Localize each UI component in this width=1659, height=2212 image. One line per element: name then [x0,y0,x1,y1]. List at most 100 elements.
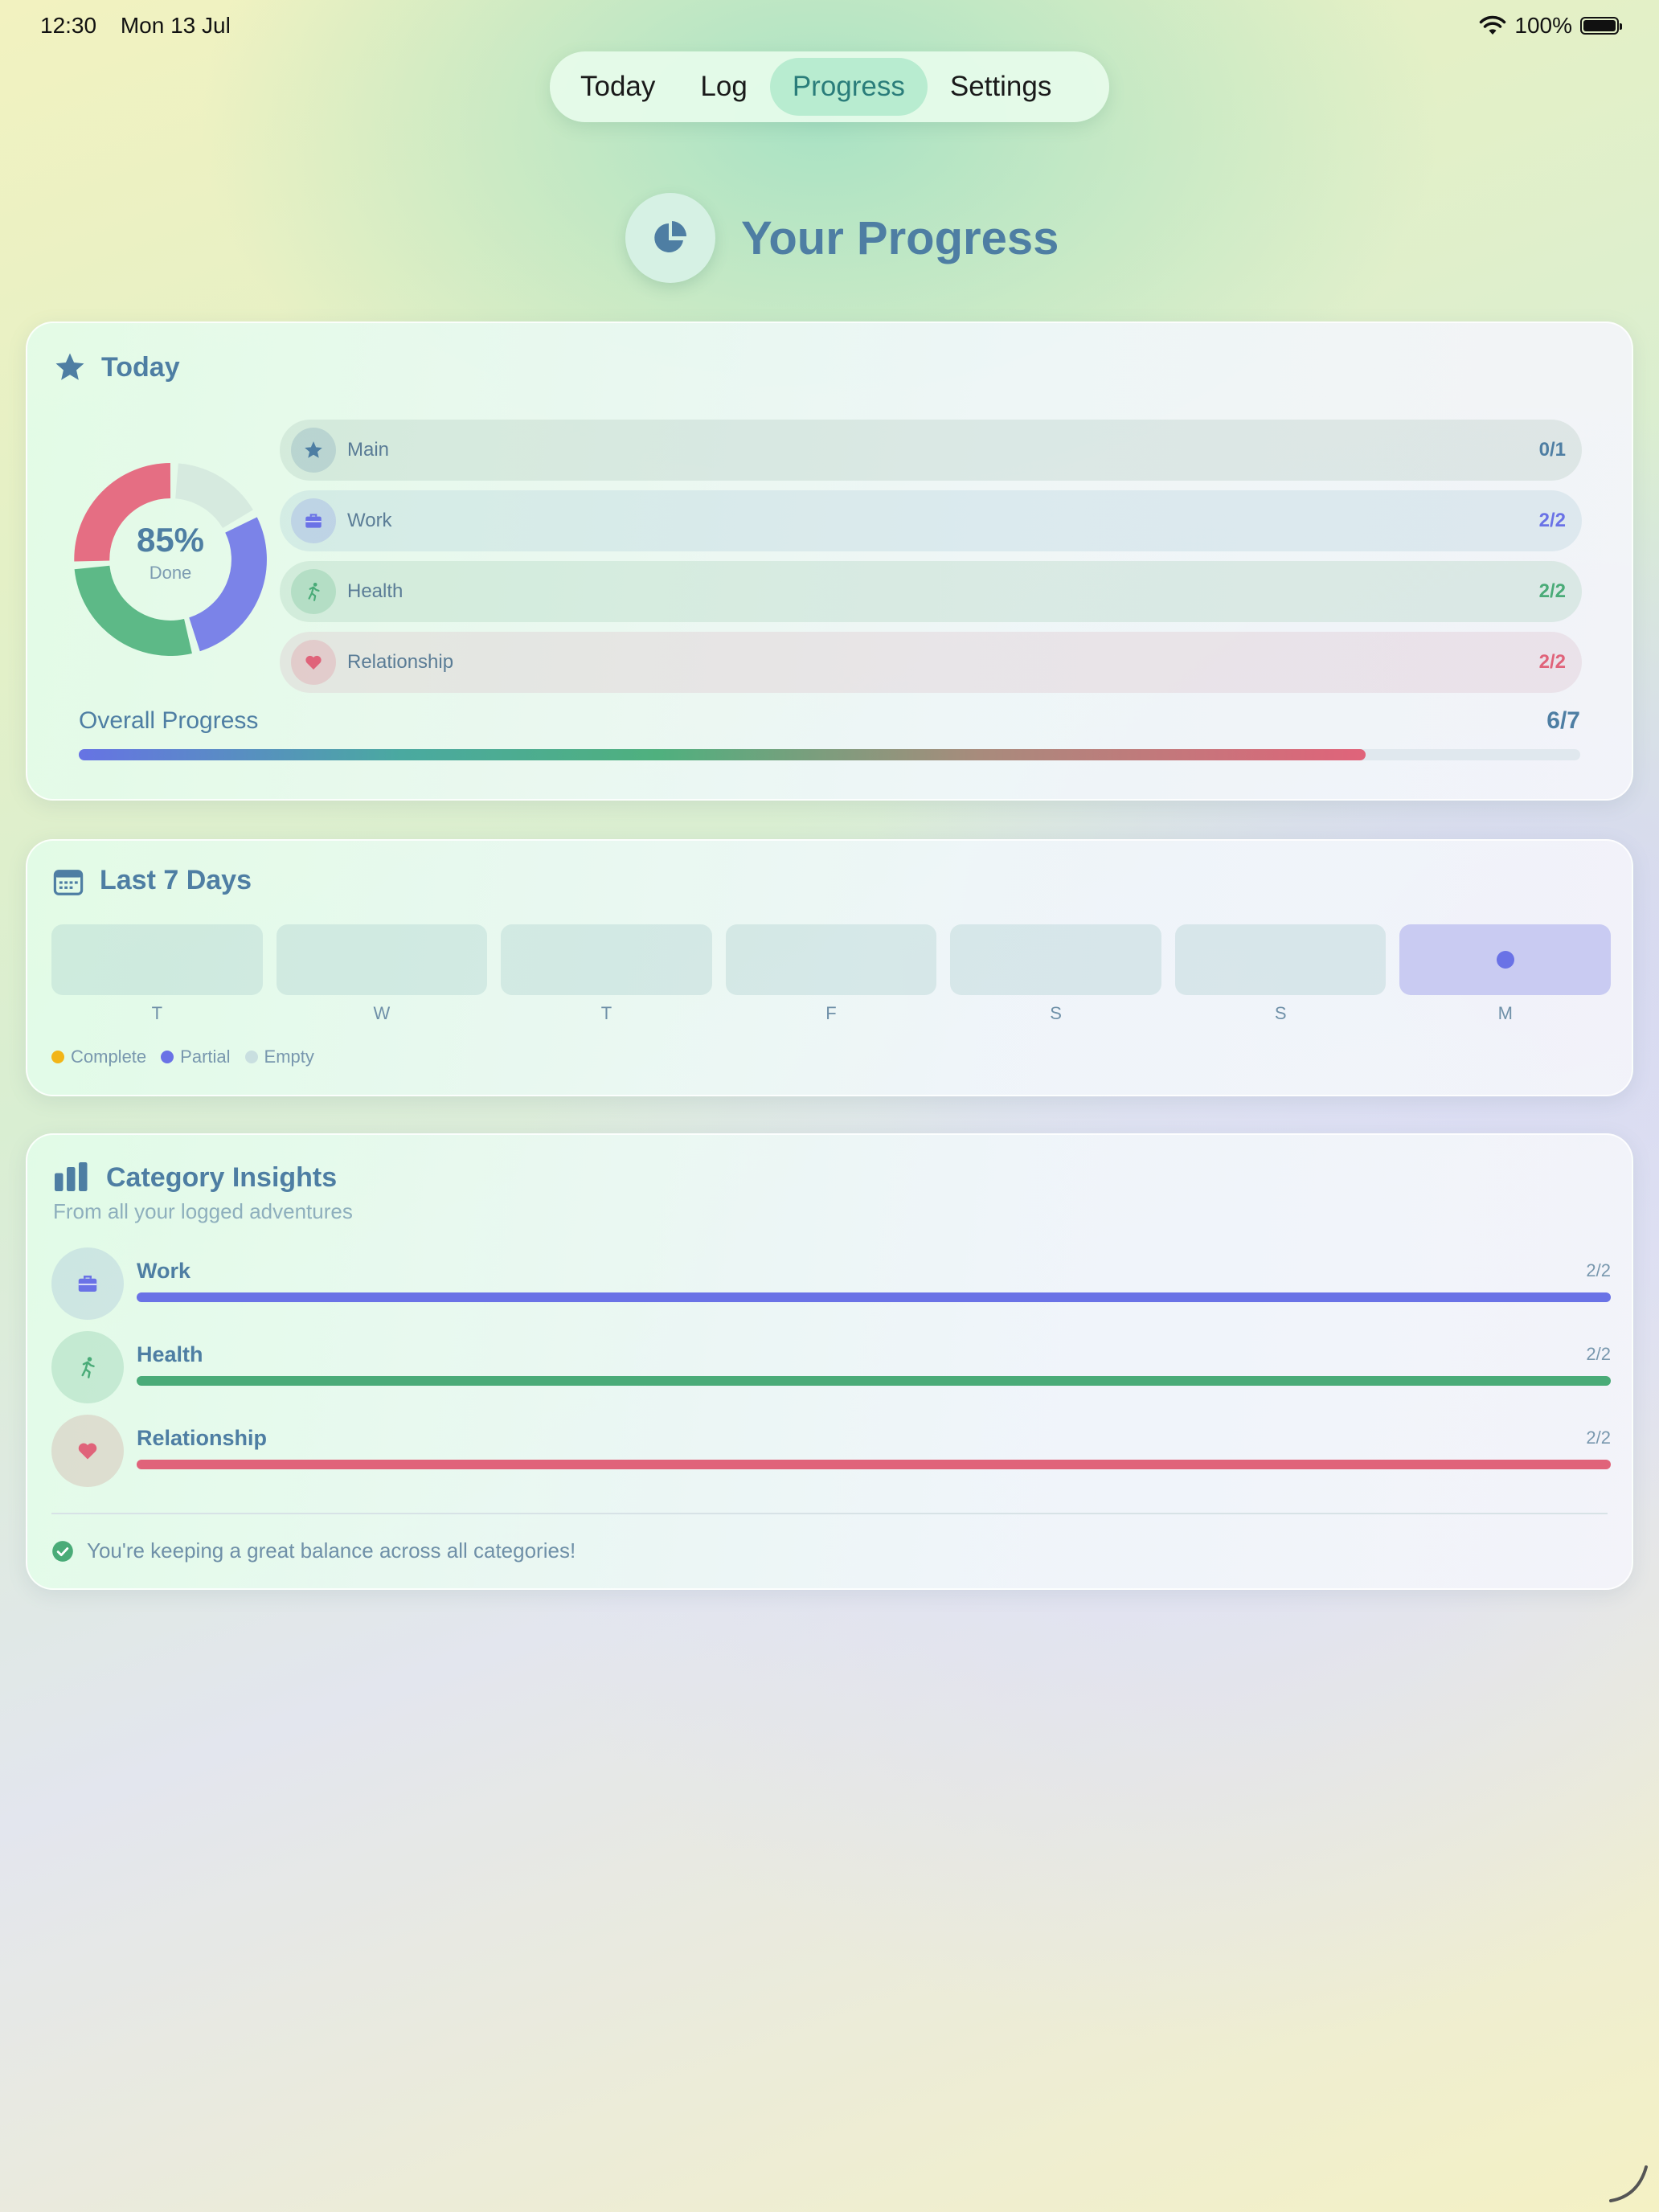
day-cell[interactable]: S [950,924,1161,1024]
star-icon [291,428,336,473]
day-label: W [373,1003,391,1023]
day-label: S [1050,1003,1062,1023]
balance-text: You're keeping a great balance across al… [87,1538,576,1563]
insight-bar [137,1376,1611,1386]
category-label: Main [347,439,390,461]
day-box [950,924,1161,995]
insight-count: 2/2 [1586,1428,1611,1448]
day-cell[interactable]: T [51,924,263,1024]
heart-icon [291,640,336,685]
today-card: Today 85% Done Main 0/1 Work 2/2 Health … [26,322,1633,801]
insight-bar-fill [137,1292,1611,1302]
status-date: Mon 13 Jul [120,13,231,38]
day-label: T [151,1003,163,1023]
category-row-relationship[interactable]: Relationship 2/2 [280,632,1582,693]
overall-progress-bar [79,749,1580,760]
legend-partial: Partial [161,1047,231,1067]
day-cell[interactable]: M [1399,924,1612,1024]
category-insights-card: Category Insights From all your logged a… [26,1133,1633,1590]
calendar-icon [53,870,84,895]
day-box [1399,924,1612,995]
tab-today[interactable]: Today [558,58,678,116]
day-cell[interactable]: F [725,924,937,1024]
category-row-health[interactable]: Health 2/2 [280,561,1582,622]
insights-title: Category Insights [106,1162,338,1193]
last-7-days-card: Last 7 Days T W T F S S M Complete Parti… [26,839,1633,1096]
insight-bar [137,1292,1611,1302]
status-bar: 12:30 Mon 13 Jul 100% [40,13,1622,45]
insight-count: 2/2 [1586,1344,1611,1364]
partial-dot [1496,951,1514,969]
insight-label: Work [137,1259,191,1283]
today-donut-chart: 85% Done [74,463,267,656]
battery-icon [1580,17,1622,35]
category-count: 2/2 [1538,651,1566,673]
resize-handle-icon[interactable] [1606,2161,1651,2206]
insight-label: Relationship [137,1426,268,1450]
tab-settings[interactable]: Settings [928,58,1074,116]
page-header: Your Progress [625,193,1059,283]
page-title: Your Progress [741,211,1059,264]
briefcase-icon [51,1247,124,1320]
day-label: T [600,1003,612,1023]
last-7-days-title: Last 7 Days [100,865,252,895]
insights-divider [51,1513,1608,1514]
overall-progress-fill [79,749,1366,760]
insight-bar [137,1460,1611,1469]
insight-count: 2/2 [1586,1260,1611,1280]
day-box [1174,924,1387,995]
day-label: M [1497,1003,1513,1023]
wifi-icon [1480,15,1506,35]
day-box [725,924,937,995]
donut-svg [74,463,267,656]
running-icon [51,1331,124,1403]
category-count: 0/1 [1538,439,1566,461]
insight-row-relationship[interactable]: Relationship 2/2 [51,1415,1611,1487]
status-time: 12:30 [40,13,97,38]
insight-bar-fill [137,1376,1611,1386]
today-title: Today [101,352,180,383]
day-label: F [825,1003,837,1023]
insights-subtitle: From all your logged adventures [53,1199,353,1223]
check-circle-icon [52,1540,73,1562]
day-box [501,924,712,995]
day-box [51,924,263,995]
battery-percent: 100% [1514,13,1572,38]
day-legend: Complete Partial Empty [51,1047,314,1067]
legend-complete: Complete [51,1047,146,1067]
overall-progress-label: Overall Progress [79,707,259,734]
donut-caption: Done [149,563,192,583]
running-icon [291,569,336,614]
day-cell[interactable]: T [501,924,712,1024]
category-count: 2/2 [1538,580,1566,602]
briefcase-icon [291,498,336,543]
legend-empty: Empty [244,1047,314,1067]
day-cell[interactable]: W [276,924,488,1024]
overall-progress-count: 6/7 [1546,707,1580,734]
insight-label: Health [137,1342,203,1366]
category-label: Relationship [347,651,454,673]
insight-bar-fill [137,1460,1611,1469]
insight-row-health[interactable]: Health 2/2 [51,1331,1611,1403]
category-count: 2/2 [1538,510,1566,531]
day-cell[interactable]: S [1174,924,1387,1024]
tab-progress[interactable]: Progress [769,58,928,116]
tab-log[interactable]: Log [678,58,769,116]
category-row-work[interactable]: Work 2/2 [280,490,1582,551]
day-label: S [1274,1003,1287,1023]
donut-segment-main [174,463,253,529]
donut-percent: 85% [136,521,205,559]
pie-chart-icon [625,193,715,283]
insight-row-work[interactable]: Work 2/2 [51,1247,1611,1320]
today-category-list: Main 0/1 Work 2/2 Health 2/2 Relationshi… [280,420,1582,703]
balance-message: You're keeping a great balance across al… [51,1538,576,1563]
bar-chart-icon [55,1162,88,1191]
category-label: Health [347,580,403,602]
day-box [276,924,488,995]
heart-icon [51,1415,124,1487]
category-row-main[interactable]: Main 0/1 [280,420,1582,481]
star-icon [55,353,84,380]
tab-bar: Today Log Progress Settings [550,51,1109,122]
category-label: Work [347,510,392,531]
day-strip: T W T F S S M [51,924,1612,1024]
